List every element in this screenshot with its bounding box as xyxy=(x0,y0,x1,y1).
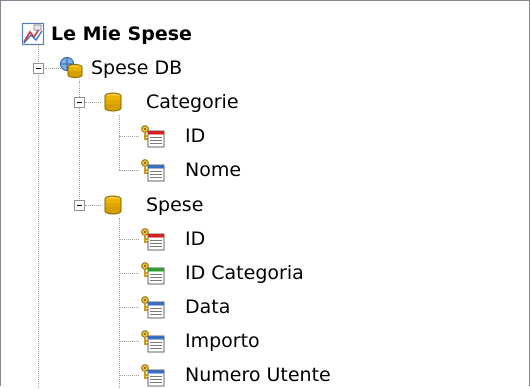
field-label: Importo xyxy=(185,330,260,352)
tree-node-field[interactable]: Numero Utente xyxy=(139,361,331,389)
tree-node-field[interactable]: ID xyxy=(139,122,205,150)
connector-line xyxy=(119,239,139,240)
collapse-toggle-database[interactable] xyxy=(33,63,44,74)
tree-root-node[interactable]: Le Mie Spese xyxy=(21,20,192,48)
field-label: Data xyxy=(185,296,231,318)
field-icon xyxy=(139,363,165,387)
connector-line xyxy=(85,205,101,206)
connector-line xyxy=(85,102,101,103)
connector-line xyxy=(119,218,120,388)
tree-node-table-spese[interactable]: Spese xyxy=(102,191,203,219)
tree-node-field[interactable]: Data xyxy=(139,293,230,321)
table-label: Spese xyxy=(146,194,204,216)
tree-node-field[interactable]: ID Categoria xyxy=(139,259,304,287)
table-icon xyxy=(102,91,124,113)
connector-line xyxy=(38,45,39,388)
table-label: Categorie xyxy=(146,91,239,113)
connector-line xyxy=(119,375,139,376)
collapse-toggle-table-categorie[interactable] xyxy=(74,97,85,108)
connector-line xyxy=(119,170,139,171)
field-label: ID xyxy=(185,228,206,250)
database-connection-icon xyxy=(59,56,85,80)
chart-document-icon xyxy=(21,22,45,46)
tree-node-field[interactable]: Importo xyxy=(139,327,260,355)
connector-line xyxy=(119,307,139,308)
field-label: ID Categoria xyxy=(185,262,304,284)
field-icon xyxy=(139,329,165,353)
collapse-toggle-table-spese[interactable] xyxy=(74,200,85,211)
root-label: Le Mie Spese xyxy=(51,23,192,45)
connector-line xyxy=(119,136,139,137)
connector-line xyxy=(119,341,139,342)
tree-view-panel: Le Mie Spese Spese DB Categorie ID Nome … xyxy=(0,0,530,389)
tree-node-field[interactable]: ID xyxy=(139,225,205,253)
connector-line xyxy=(119,115,120,170)
connector-line xyxy=(119,273,139,274)
database-label: Spese DB xyxy=(91,57,183,79)
field-label: ID xyxy=(185,125,206,147)
primary-key-field-icon xyxy=(139,227,165,251)
field-icon xyxy=(139,295,165,319)
field-label: Numero Utente xyxy=(185,364,331,386)
field-label: Nome xyxy=(185,159,242,181)
primary-key-field-icon xyxy=(139,124,165,148)
tree-node-table-categorie[interactable]: Categorie xyxy=(102,88,239,116)
tree-node-database[interactable]: Spese DB xyxy=(59,54,182,82)
table-icon xyxy=(102,194,124,216)
field-icon xyxy=(139,158,165,182)
tree-node-field[interactable]: Nome xyxy=(139,156,241,184)
foreign-key-field-icon xyxy=(139,261,165,285)
